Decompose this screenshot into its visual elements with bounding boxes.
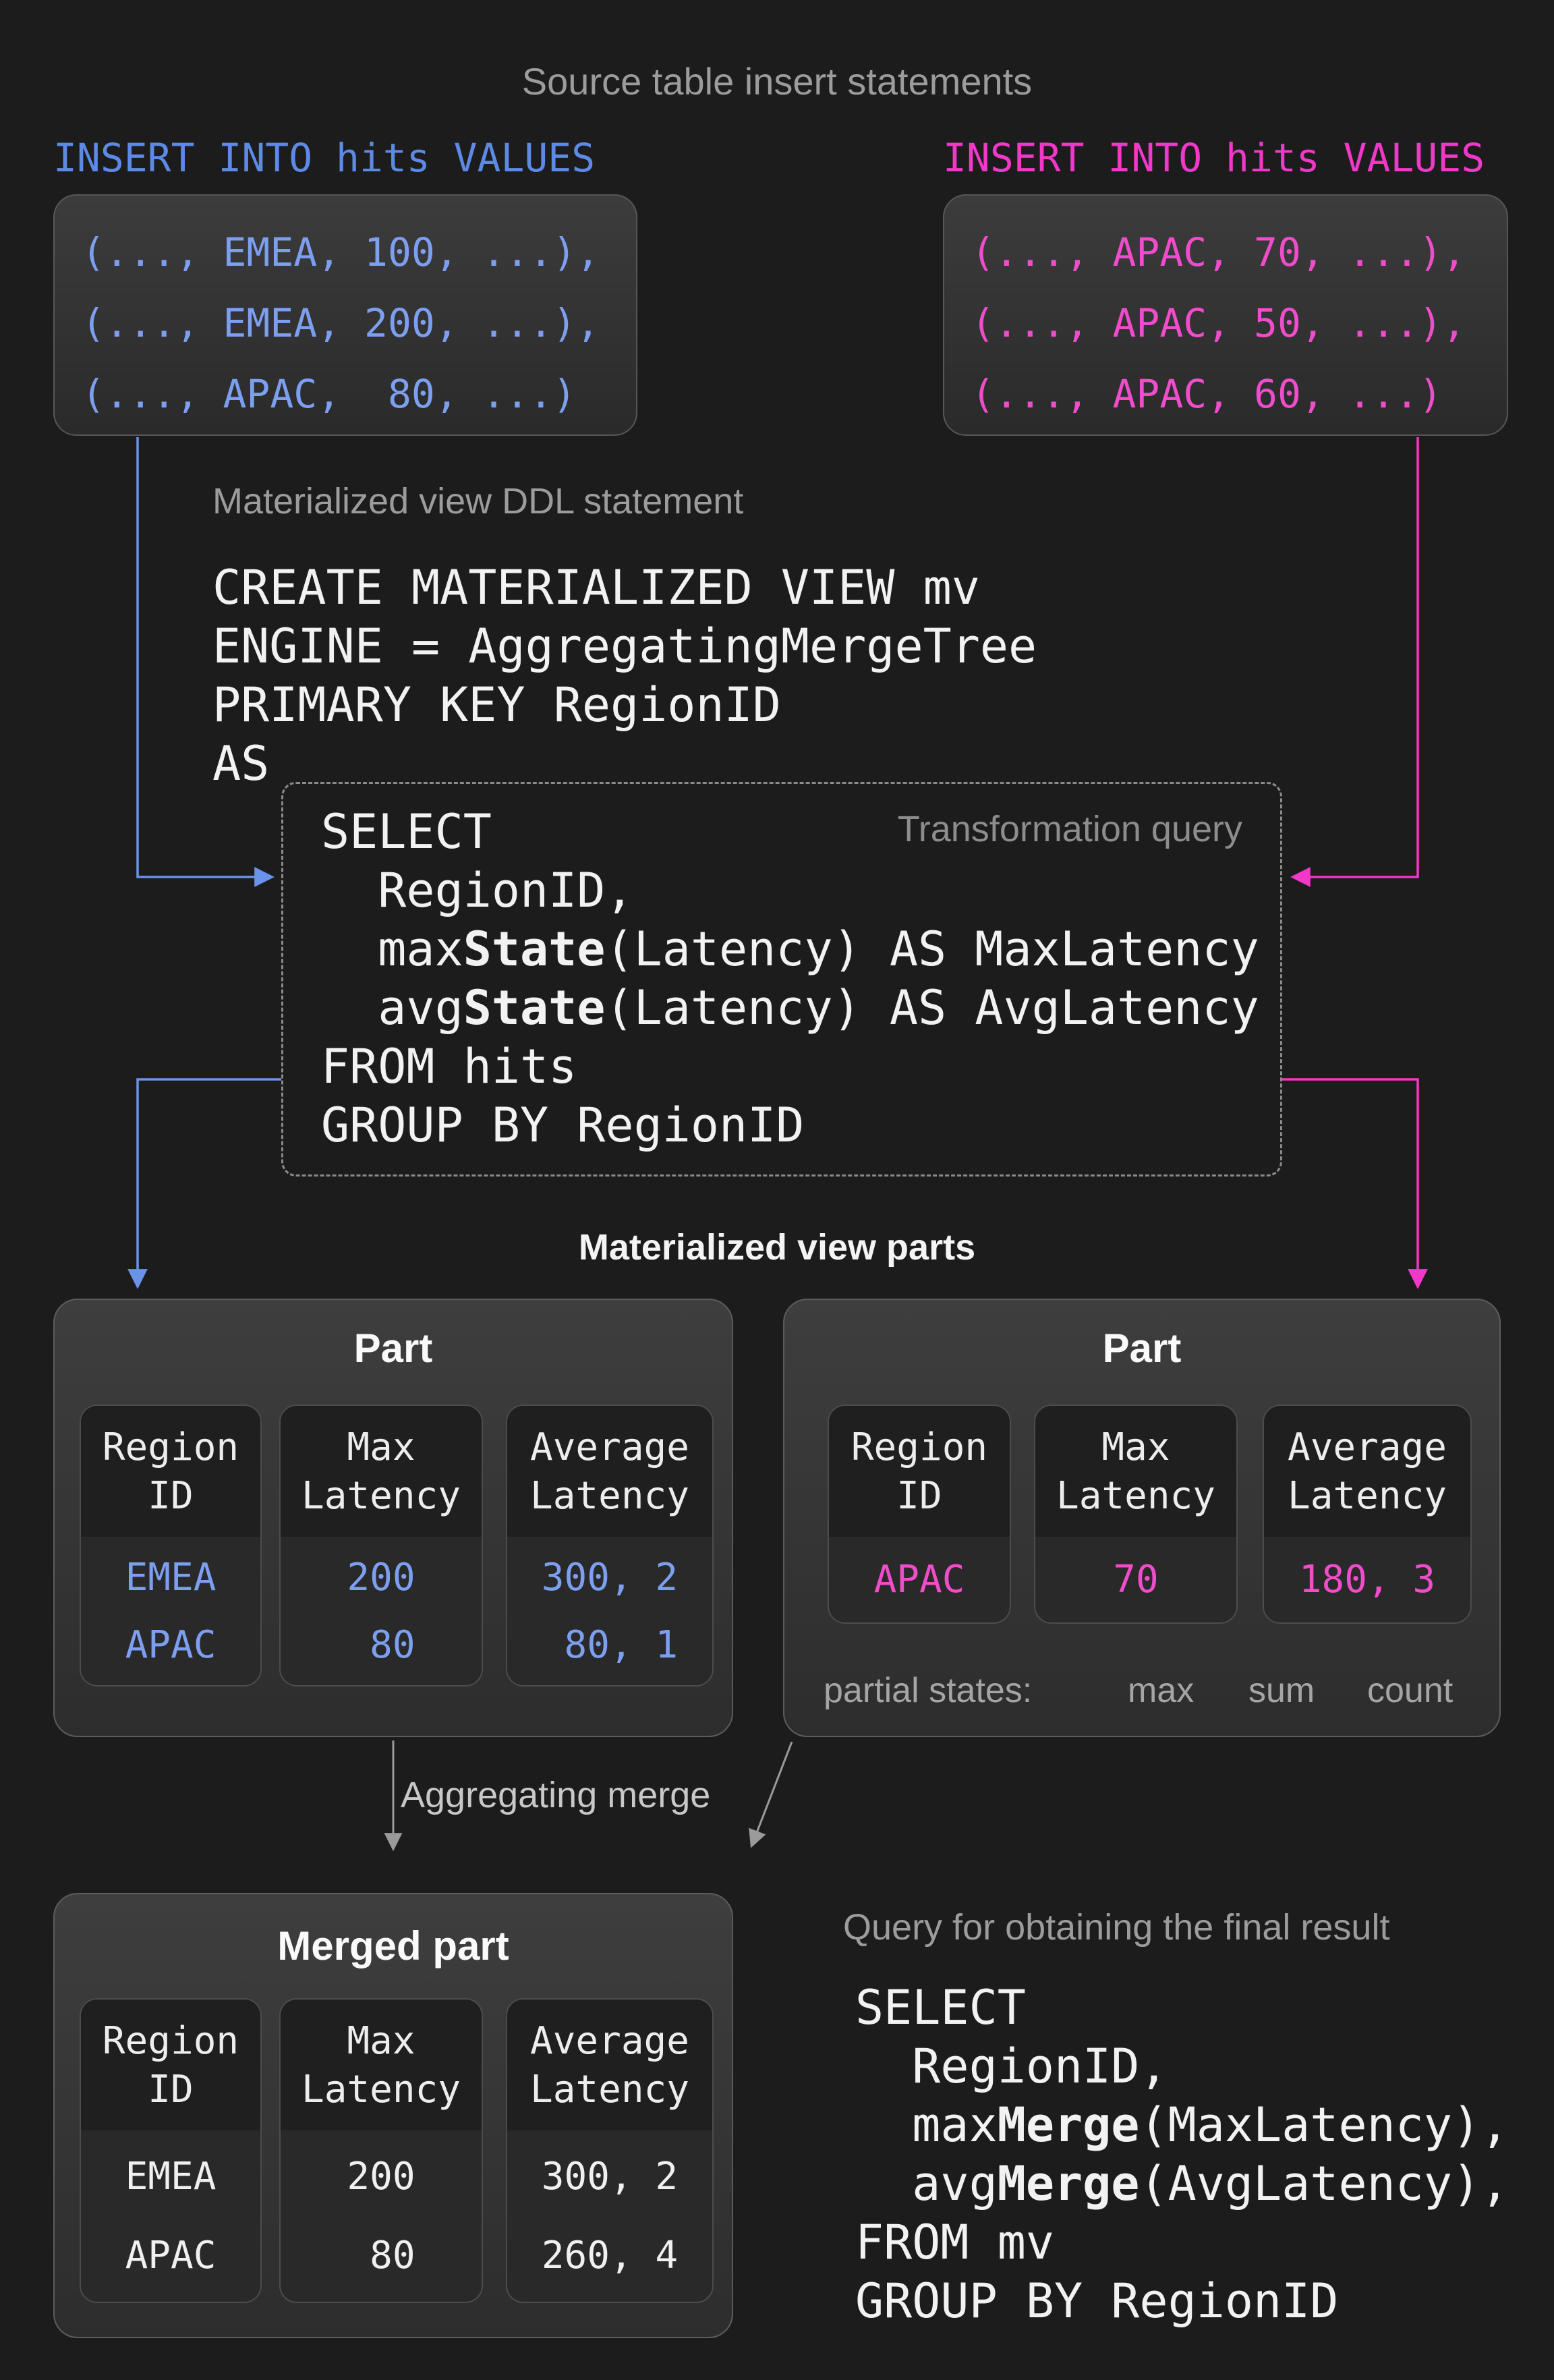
column-header: Average Latency bbox=[507, 2000, 712, 2130]
final-seg: (MaxLatency), bbox=[1139, 2097, 1509, 2153]
table-cell: 80 bbox=[281, 1611, 482, 1678]
partial-states-label: partial states: bbox=[824, 1670, 1032, 1711]
final-seg-bold: Merge bbox=[998, 2097, 1140, 2153]
column-region-id: Region ID APAC bbox=[828, 1405, 1011, 1624]
table-cell: 200 bbox=[281, 1543, 482, 1611]
insert-right-values-box: (..., APAC, 70, ...), (..., APAC, 50, ..… bbox=[943, 194, 1508, 436]
part-box-left: Part Region ID EMEA APAC Max Latency 200… bbox=[53, 1299, 733, 1737]
final-line: FROM mv bbox=[855, 2213, 1509, 2272]
partial-tag-sum: sum bbox=[1248, 1670, 1315, 1711]
insert-left-row: (..., APAC, 80, ...) bbox=[82, 359, 636, 430]
tq-seg: max bbox=[321, 922, 463, 977]
table-cell: 80, 1 bbox=[507, 1611, 712, 1678]
column-max-latency: Max Latency 70 bbox=[1034, 1405, 1238, 1624]
table-cell: 260, 4 bbox=[507, 2216, 712, 2295]
mv-parts-title: Materialized view parts bbox=[0, 1226, 1554, 1268]
insert-left-values-box: (..., EMEA, 100, ...), (..., EMEA, 200, … bbox=[53, 194, 637, 436]
column-header: Region ID bbox=[81, 2000, 260, 2130]
table-cell: APAC bbox=[829, 1543, 1010, 1616]
tq-line: GROUP BY RegionID bbox=[321, 1096, 1259, 1155]
insert-right-header: INSERT INTO hits VALUES bbox=[943, 136, 1485, 179]
column-average-latency: Average Latency 300, 2 80, 1 bbox=[506, 1405, 714, 1687]
ddl-line: PRIMARY KEY RegionID bbox=[212, 676, 1037, 735]
tq-seg: (Latency) AS MaxLatency bbox=[605, 922, 1259, 977]
table-cell: EMEA bbox=[81, 2137, 260, 2216]
tq-line: RegionID, bbox=[321, 861, 1259, 920]
table-cell: EMEA bbox=[81, 1543, 260, 1611]
column-average-latency: Average Latency 180, 3 bbox=[1263, 1405, 1472, 1624]
table-cell: APAC bbox=[81, 1611, 260, 1678]
ddl-line: CREATE MATERIALIZED VIEW mv bbox=[212, 559, 1037, 617]
insert-left-row: (..., EMEA, 200, ...), bbox=[82, 288, 636, 359]
aggregating-merge-label: Aggregating merge bbox=[401, 1774, 710, 1816]
final-query-title: Query for obtaining the final result bbox=[843, 1906, 1389, 1948]
table-cell: 300, 2 bbox=[507, 1543, 712, 1611]
tq-line: avgState(Latency) AS AvgLatency bbox=[321, 979, 1259, 1038]
final-seg: max bbox=[855, 2097, 998, 2153]
final-seg: avg bbox=[855, 2156, 998, 2211]
merged-part-box: Merged part Region ID EMEA APAC Max Late… bbox=[53, 1893, 733, 2338]
insert-right-row: (..., APAC, 60, ...) bbox=[971, 359, 1507, 430]
column-header: Average Latency bbox=[507, 1406, 712, 1537]
column-header: Region ID bbox=[81, 1406, 260, 1537]
final-line: RegionID, bbox=[855, 2037, 1509, 2096]
ddl-title: Materialized view DDL statement bbox=[212, 480, 743, 522]
column-header: Region ID bbox=[829, 1406, 1010, 1537]
tq-line: SELECT bbox=[321, 803, 1259, 861]
column-max-latency: Max Latency 200 80 bbox=[279, 1405, 483, 1687]
table-cell: 80 bbox=[281, 2216, 482, 2295]
table-cell: 300, 2 bbox=[507, 2137, 712, 2216]
insert-right-row: (..., APAC, 70, ...), bbox=[971, 217, 1507, 288]
tq-line: FROM hits bbox=[321, 1038, 1259, 1096]
column-header: Max Latency bbox=[1035, 1406, 1236, 1537]
column-header: Max Latency bbox=[281, 2000, 482, 2130]
arrow-insert-right-to-query bbox=[1296, 437, 1418, 877]
partial-tag-max: max bbox=[1128, 1670, 1194, 1711]
tq-seg: avg bbox=[321, 980, 463, 1036]
ddl-line: ENGINE = AggregatingMergeTree bbox=[212, 617, 1037, 676]
diagram-canvas: Source table insert statements INSERT IN… bbox=[0, 0, 1554, 2380]
transformation-query-box: Transformation query SELECT RegionID, ma… bbox=[281, 782, 1282, 1177]
column-header: Max Latency bbox=[281, 1406, 482, 1537]
final-seg: (AvgLatency), bbox=[1139, 2156, 1509, 2211]
part-right-title: Part bbox=[784, 1325, 1499, 1371]
column-region-id: Region ID EMEA APAC bbox=[80, 1998, 262, 2303]
ddl-code-block: CREATE MATERIALIZED VIEW mv ENGINE = Agg… bbox=[212, 559, 1037, 793]
table-cell: 70 bbox=[1035, 1543, 1236, 1616]
arrow-right-part-to-merged bbox=[753, 1742, 792, 1843]
column-region-id: Region ID EMEA APAC bbox=[80, 1405, 262, 1687]
table-cell: 200 bbox=[281, 2137, 482, 2216]
insert-left-row: (..., EMEA, 100, ...), bbox=[82, 217, 636, 288]
final-query-code: SELECT RegionID, maxMerge(MaxLatency), a… bbox=[855, 1979, 1509, 2331]
partial-tag-count: count bbox=[1367, 1670, 1453, 1711]
tq-seg-bold: State bbox=[463, 980, 606, 1036]
column-average-latency: Average Latency 300, 2 260, 4 bbox=[506, 1998, 714, 2303]
insert-right-row: (..., APAC, 50, ...), bbox=[971, 288, 1507, 359]
final-line: SELECT bbox=[855, 1979, 1509, 2037]
final-seg-bold: Merge bbox=[998, 2156, 1140, 2211]
final-line: GROUP BY RegionID bbox=[855, 2272, 1509, 2331]
tq-seg-bold: State bbox=[463, 922, 606, 977]
tq-seg: (Latency) AS AvgLatency bbox=[605, 980, 1259, 1036]
final-line: maxMerge(MaxLatency), bbox=[855, 2096, 1509, 2155]
insert-left-header: INSERT INTO hits VALUES bbox=[53, 136, 595, 179]
table-cell: 180, 3 bbox=[1264, 1543, 1470, 1616]
transformation-query-code: SELECT RegionID, maxState(Latency) AS Ma… bbox=[321, 803, 1259, 1155]
column-header: Average Latency bbox=[1264, 1406, 1470, 1537]
table-cell: APAC bbox=[81, 2216, 260, 2295]
final-line: avgMerge(AvgLatency), bbox=[855, 2155, 1509, 2213]
column-max-latency: Max Latency 200 80 bbox=[279, 1998, 483, 2303]
merged-part-title: Merged part bbox=[55, 1923, 732, 1969]
part-left-title: Part bbox=[55, 1325, 732, 1371]
source-inserts-title: Source table insert statements bbox=[0, 59, 1554, 103]
tq-line: maxState(Latency) AS MaxLatency bbox=[321, 920, 1259, 979]
